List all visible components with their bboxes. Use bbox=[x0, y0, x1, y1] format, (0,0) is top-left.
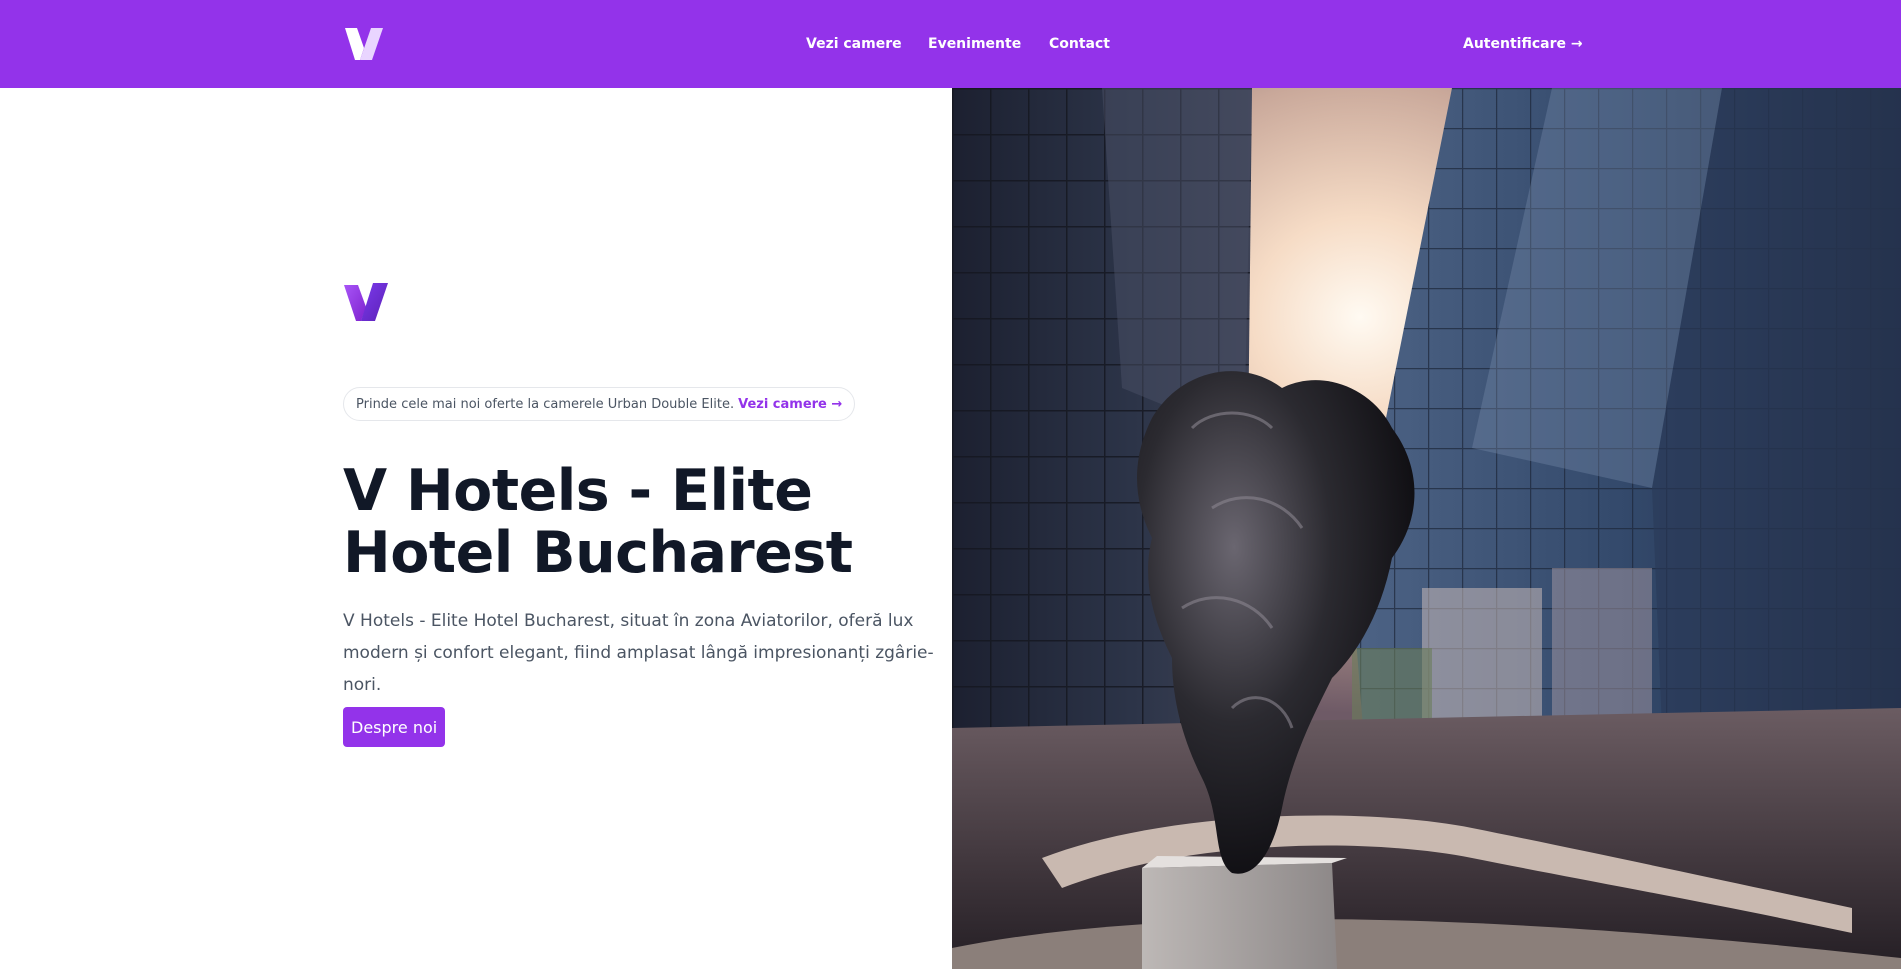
nav-contact-link[interactable]: Contact bbox=[1049, 35, 1110, 53]
hero-logo bbox=[343, 281, 389, 323]
page-title: V Hotels - Elite Hotel Bucharest bbox=[343, 458, 853, 586]
top-navbar: Vezi camere Evenimente Contact Autentifi… bbox=[0, 0, 1901, 88]
nav-events-link[interactable]: Evenimente bbox=[928, 35, 1021, 53]
brand-logo[interactable] bbox=[343, 26, 385, 62]
hero-image bbox=[952, 88, 1901, 969]
nav-rooms-link[interactable]: Vezi camere bbox=[806, 35, 902, 53]
about-us-button[interactable]: Despre noi bbox=[343, 707, 446, 747]
hotel-photo bbox=[952, 88, 1901, 969]
v-logo-icon bbox=[345, 28, 383, 60]
promo-rooms-link[interactable]: Vezi camere → bbox=[738, 397, 842, 412]
promo-text: Prinde cele mai noi oferte la camerele U… bbox=[356, 396, 735, 412]
hero-description: V Hotels - Elite Hotel Bucharest, situat… bbox=[343, 611, 934, 695]
v-logo-icon bbox=[344, 283, 388, 321]
promo-banner: Prinde cele mai noi oferte la camerele U… bbox=[343, 387, 856, 421]
nav-login-link[interactable]: Autentificare → bbox=[1463, 35, 1583, 53]
